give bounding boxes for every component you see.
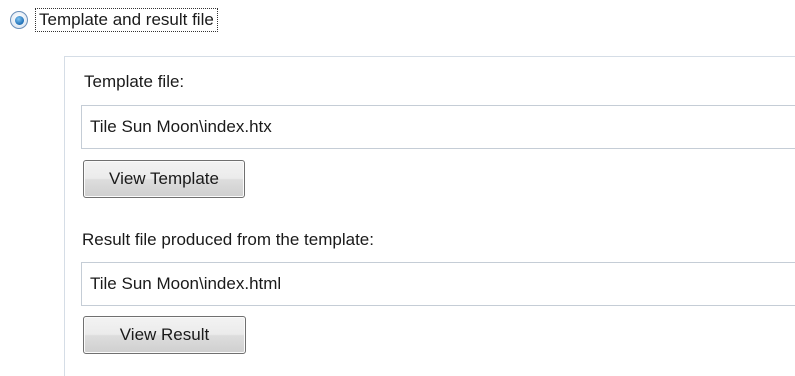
- template-and-result-radio-option[interactable]: Template and result file: [10, 8, 218, 32]
- result-file-label: Result file produced from the template:: [82, 230, 374, 249]
- template-file-field[interactable]: Tile Sun Moon\index.htx: [81, 105, 795, 149]
- radio-option-label[interactable]: Template and result file: [35, 8, 218, 32]
- radio-selected-dot-icon: [14, 15, 24, 25]
- result-file-field[interactable]: Tile Sun Moon\index.html: [81, 262, 795, 306]
- template-result-group-panel: Template file: Tile Sun Moon\index.htx V…: [64, 56, 795, 376]
- view-result-button[interactable]: View Result: [83, 316, 246, 354]
- radio-button-selected[interactable]: [10, 11, 28, 29]
- view-template-button[interactable]: View Template: [83, 160, 245, 198]
- template-file-label: Template file:: [84, 72, 185, 91]
